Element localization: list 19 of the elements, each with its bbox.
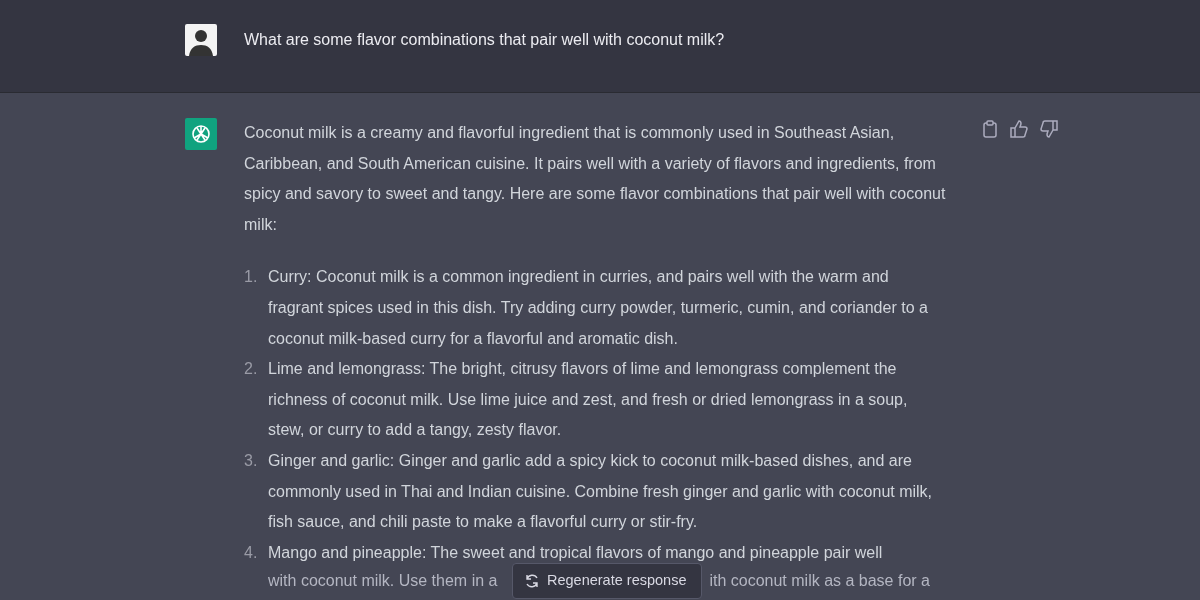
user-message: What are some flavor combinations that pair well with coconut milk?: [244, 30, 725, 50]
thumbs-down-icon[interactable]: [1040, 120, 1058, 138]
assistant-logo-icon: [185, 118, 217, 150]
response-paragraph: Coconut milk is a creamy and flavorful ingredient that is commonly used in Southeast Asian, Caribbean, and South American cuisine. It pairs well with a variety of flavors and ingredients, from spicy and savory to sweet and tangy. Here are some flavor combinations that pair well with coconut milk:: [244, 123, 946, 235]
list-item-text: ith coconut milk as a base for a: [709, 571, 930, 592]
list-number: 4.: [244, 542, 259, 563]
list-item-text: with coconut milk. Use them in a: [268, 571, 498, 592]
copy-icon[interactable]: [982, 120, 998, 138]
list-number: 2.: [244, 359, 259, 380]
user-avatar: [185, 24, 217, 56]
list-number: 1.: [244, 267, 259, 288]
regenerate-button[interactable]: Regenerate response: [512, 563, 702, 599]
list-number: 3.: [244, 450, 259, 471]
list-item-text: Curry: Coconut milk is a common ingredient in curries, and pairs well with the warm and fragrant spices used in this dish. Try adding curry powder, turmeric, cumin, and coriander to a coconut milk-based curry for a flavorful and aromatic dish.: [268, 267, 929, 349]
list-item-text: Lime and lemongrass: The bright, citrusy flavors of lime and lemongrass complement the richness of coconut milk. Use lime juice and zest, and fresh or dried lemongrass in a soup, stew, or curry to add a tangy, zesty flavor.: [268, 359, 909, 441]
list-item-text: Ginger and garlic: Ginger and garlic add a spicy kick to coconut milk-based dishes, and are commonly used in Thai and Indian cuisine. Combine fresh ginger and garlic with coconut milk, fish sauce, and chili paste to make a flavorful curry or stir-fry.: [268, 450, 934, 533]
list-item-text: Mango and pineapple: The sweet and tropical flavors of mango and pineapple pair well: [268, 542, 884, 563]
thumbs-up-icon[interactable]: [1010, 120, 1028, 138]
refresh-icon: [525, 574, 539, 588]
